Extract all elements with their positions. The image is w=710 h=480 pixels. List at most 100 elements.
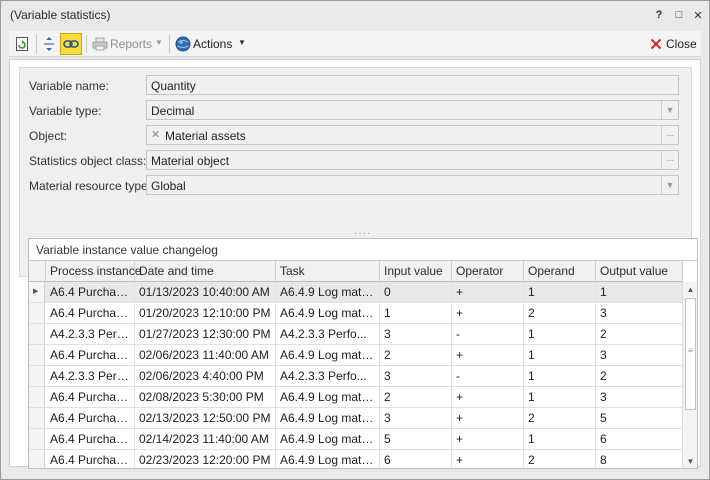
table-row[interactable]: ▶ A6.4 Purchase... 01/13/2023 10:40:00 AM A… xyxy=(29,282,683,303)
cell-operator[interactable]: + xyxy=(452,450,524,468)
table-row[interactable]: A6.4 Purchase... 02/14/2023 11:40:00 AM A6… xyxy=(29,429,683,450)
cell-task[interactable]: A6.4.9 Log mater... xyxy=(276,282,380,302)
cell-task[interactable]: A6.4.9 Log mater... xyxy=(276,408,380,428)
table-row[interactable]: A6.4 Purchase... 02/23/2023 12:20:00 PM A6… xyxy=(29,450,683,468)
variable-type-select[interactable]: Decimal ▼ xyxy=(146,100,679,120)
cell-output[interactable]: 3 xyxy=(596,345,683,365)
actions-button[interactable] xyxy=(172,33,194,55)
row-indicator[interactable] xyxy=(29,387,45,407)
cell-task[interactable]: A6.4.9 Log mater... xyxy=(276,429,380,449)
cell-process[interactable]: A4.2.3.3 Perf... xyxy=(46,324,135,344)
cell-task[interactable]: A6.4.9 Log mater... xyxy=(276,345,380,365)
resource-type-select[interactable]: Global ▼ xyxy=(146,175,679,195)
column-header-task[interactable]: Task xyxy=(276,261,380,282)
column-header-process[interactable]: Process instance xyxy=(46,261,141,282)
cell-operand[interactable]: 1 xyxy=(524,387,596,407)
column-header-date[interactable]: Date and time xyxy=(135,261,276,282)
cell-process[interactable]: A6.4 Purchase... xyxy=(46,429,135,449)
cell-process[interactable]: A6.4 Purchase... xyxy=(46,282,135,302)
cell-date[interactable]: 01/20/2023 12:10:00 PM xyxy=(135,303,276,323)
vertical-scrollbar[interactable]: ▲ ≡ ▼ xyxy=(682,282,697,468)
cell-input[interactable]: 6 xyxy=(380,450,452,468)
cell-process[interactable]: A6.4 Purchase... xyxy=(46,345,135,365)
row-indicator[interactable] xyxy=(29,303,45,323)
close-action-button[interactable] xyxy=(645,33,667,55)
cell-date[interactable]: 02/14/2023 11:40:00 AM xyxy=(135,429,276,449)
expand-button[interactable] xyxy=(38,33,60,55)
cell-output[interactable]: 2 xyxy=(596,366,683,386)
cell-operator[interactable]: + xyxy=(452,282,524,302)
row-indicator[interactable] xyxy=(29,450,45,468)
row-indicator[interactable]: ▶ xyxy=(29,282,45,302)
actions-label[interactable]: Actions xyxy=(193,37,232,51)
cell-task[interactable]: A6.4.9 Log mater... xyxy=(276,303,380,323)
cell-date[interactable]: 02/08/2023 5:30:00 PM xyxy=(135,387,276,407)
column-header-input[interactable]: Input value xyxy=(380,261,452,282)
clear-icon[interactable]: ✕ xyxy=(151,128,160,141)
scroll-thumb[interactable]: ≡ xyxy=(685,298,696,410)
cell-process[interactable]: A4.2.3.3 Perf... xyxy=(46,366,135,386)
cell-task[interactable]: A4.2.3.3 Perfo... xyxy=(276,366,380,386)
row-indicator[interactable] xyxy=(29,408,45,428)
row-indicator[interactable] xyxy=(29,345,45,365)
chevron-down-icon[interactable]: ▼ xyxy=(661,176,678,194)
cell-operator[interactable]: - xyxy=(452,366,524,386)
cell-task[interactable]: A6.4.9 Log mater... xyxy=(276,387,380,407)
cell-process[interactable]: A6.4 Purchase... xyxy=(46,450,135,468)
refresh-button[interactable] xyxy=(11,33,33,55)
help-button[interactable]: ? xyxy=(650,6,668,24)
statistics-class-field[interactable]: Material object ··· xyxy=(146,150,679,170)
restore-button[interactable]: □ xyxy=(670,6,688,24)
reports-button[interactable] xyxy=(89,33,111,55)
cell-date[interactable]: 02/06/2023 11:40:00 AM xyxy=(135,345,276,365)
cell-input[interactable]: 3 xyxy=(380,366,452,386)
cell-input[interactable]: 3 xyxy=(380,324,452,344)
table-row[interactable]: A6.4 Purchase... 02/13/2023 12:50:00 PM A6… xyxy=(29,408,683,429)
cell-operator[interactable]: + xyxy=(452,303,524,323)
cell-input[interactable]: 3 xyxy=(380,408,452,428)
cell-task[interactable]: A4.2.3.3 Perfo... xyxy=(276,324,380,344)
cell-output[interactable]: 8 xyxy=(596,450,683,468)
cell-input[interactable]: 2 xyxy=(380,345,452,365)
cell-operand[interactable]: 1 xyxy=(524,282,596,302)
object-field[interactable]: ✕ Material assets ··· xyxy=(146,125,679,145)
window-close-button[interactable]: ✕ xyxy=(689,6,707,24)
actions-dropdown-icon[interactable]: ▼ xyxy=(238,38,246,47)
cell-operand[interactable]: 1 xyxy=(524,345,596,365)
cell-date[interactable]: 02/06/2023 4:40:00 PM xyxy=(135,366,276,386)
table-row[interactable]: A6.4 Purchase... 02/08/2023 5:30:00 PM A6.… xyxy=(29,387,683,408)
link-toggle-button[interactable] xyxy=(60,33,82,55)
close-action-label[interactable]: Close xyxy=(666,37,697,51)
row-indicator[interactable] xyxy=(29,429,45,449)
cell-task[interactable]: A6.4.9 Log mater... xyxy=(276,450,380,468)
column-header-operator[interactable]: Operator xyxy=(452,261,524,282)
cell-output[interactable]: 1 xyxy=(596,282,683,302)
scroll-down-icon[interactable]: ▼ xyxy=(683,454,697,468)
row-indicator[interactable] xyxy=(29,366,45,386)
column-header-operand[interactable]: Operand xyxy=(524,261,596,282)
cell-operator[interactable]: + xyxy=(452,408,524,428)
cell-date[interactable]: 02/23/2023 12:20:00 PM xyxy=(135,450,276,468)
cell-output[interactable]: 3 xyxy=(596,387,683,407)
table-row[interactable]: A4.2.3.3 Perf... 02/06/2023 4:40:00 PM A4.… xyxy=(29,366,683,387)
cell-output[interactable]: 5 xyxy=(596,408,683,428)
table-row[interactable]: A6.4 Purchase... 01/20/2023 12:10:00 PM A6… xyxy=(29,303,683,324)
cell-input[interactable]: 5 xyxy=(380,429,452,449)
cell-operand[interactable]: 1 xyxy=(524,324,596,344)
table-row[interactable]: A6.4 Purchase... 02/06/2023 11:40:00 AM A6… xyxy=(29,345,683,366)
cell-date[interactable]: 01/13/2023 10:40:00 AM xyxy=(135,282,276,302)
cell-input[interactable]: 1 xyxy=(380,303,452,323)
cell-date[interactable]: 01/27/2023 12:30:00 PM xyxy=(135,324,276,344)
variable-name-field[interactable]: Quantity xyxy=(146,75,679,95)
cell-process[interactable]: A6.4 Purchase... xyxy=(46,303,135,323)
cell-output[interactable]: 2 xyxy=(596,324,683,344)
chevron-down-icon[interactable]: ▼ xyxy=(661,101,678,119)
cell-output[interactable]: 6 xyxy=(596,429,683,449)
cell-process[interactable]: A6.4 Purchase... xyxy=(46,408,135,428)
cell-operator[interactable]: - xyxy=(452,324,524,344)
cell-date[interactable]: 02/13/2023 12:50:00 PM xyxy=(135,408,276,428)
reports-label[interactable]: Reports xyxy=(110,37,152,51)
cell-operator[interactable]: + xyxy=(452,387,524,407)
ellipsis-icon[interactable]: ··· xyxy=(661,126,678,144)
cell-output[interactable]: 3 xyxy=(596,303,683,323)
